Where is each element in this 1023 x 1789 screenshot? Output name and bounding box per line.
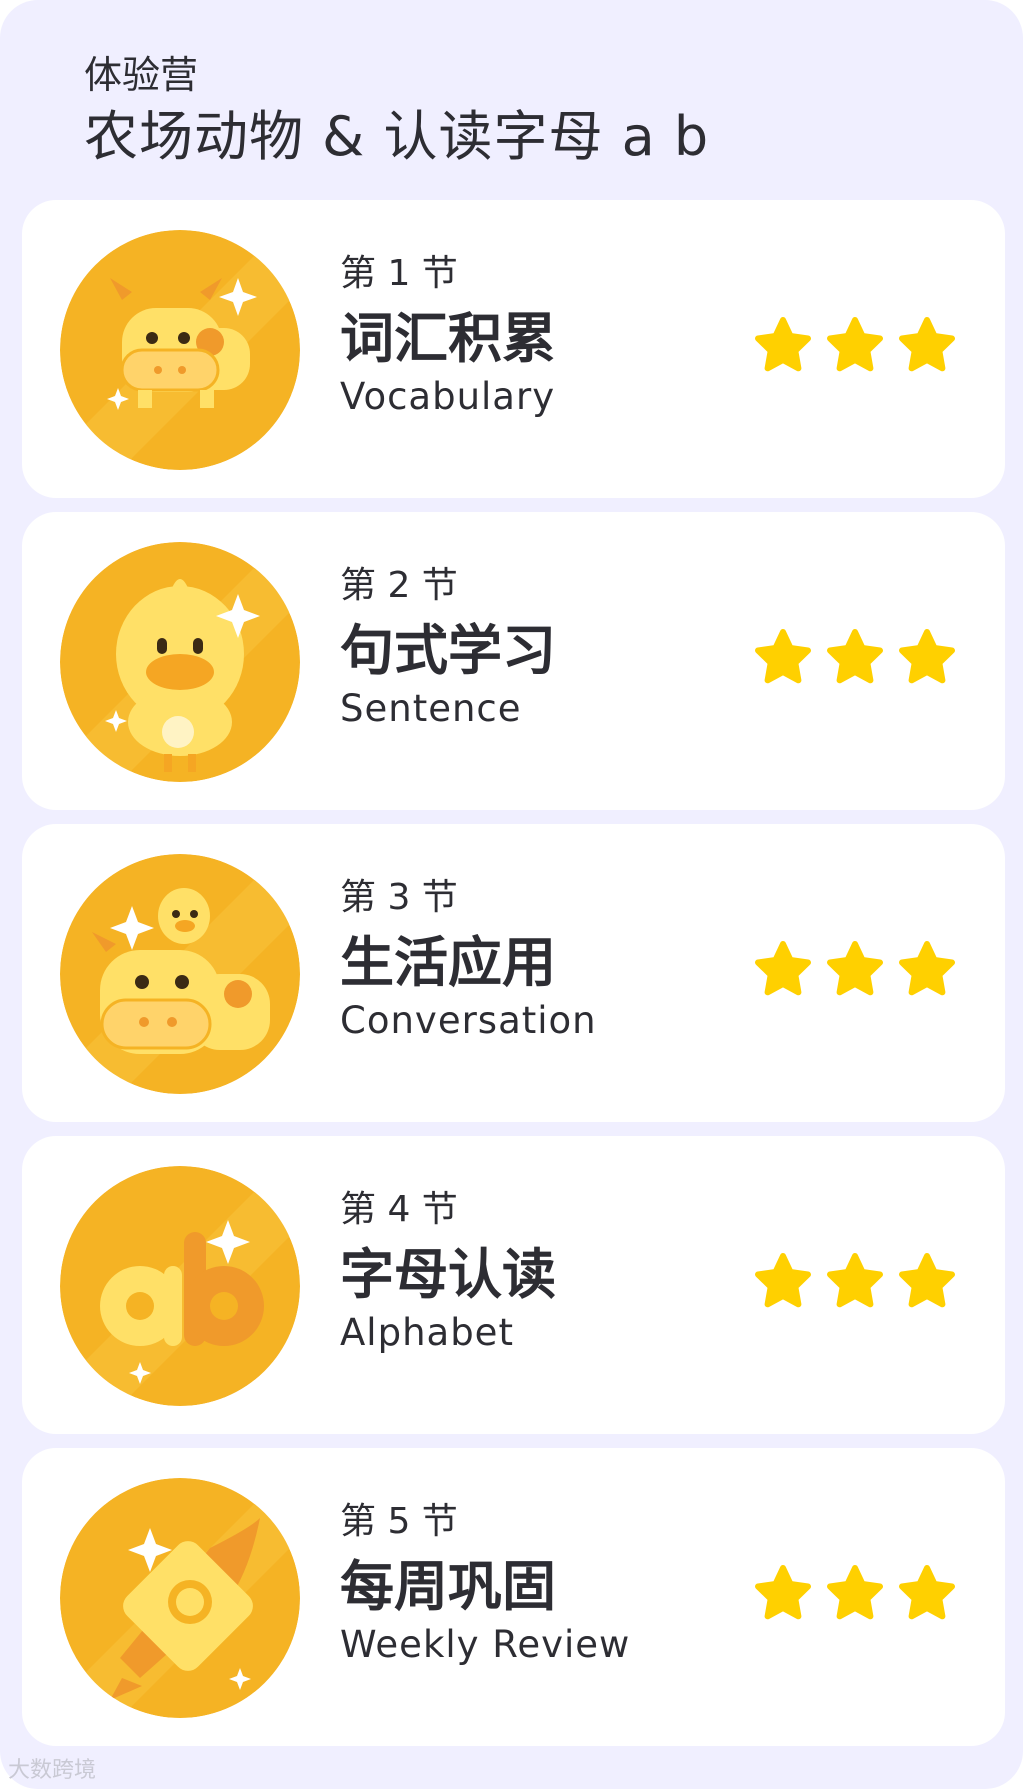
star-icon (824, 1252, 886, 1314)
star-icon (824, 628, 886, 690)
watermark: 大数跨境 (8, 1758, 97, 1783)
lesson-title-cn: 句式学习 (340, 619, 556, 682)
cow-and-chick-badge-icon (60, 854, 300, 1094)
lesson-title-en: Vocabulary (340, 375, 556, 418)
star-rating (752, 1564, 972, 1630)
star-icon (896, 1252, 958, 1314)
course-header: 体验营 农场动物 & 认读字母 a b (84, 52, 709, 170)
lesson-text: 第 3 节 生活应用 Conversation (340, 876, 597, 1044)
lesson-card-1[interactable]: 第 1 节 词汇积累 Vocabulary (22, 200, 1005, 498)
star-icon (824, 1564, 886, 1626)
star-rating (752, 940, 972, 1006)
star-icon (896, 316, 958, 378)
course-panel: 体验营 农场动物 & 认读字母 a b 第 1 节 词汇积累 Vocabular… (0, 0, 1023, 1789)
lesson-title-cn: 词汇积累 (340, 307, 556, 370)
star-icon (824, 316, 886, 378)
lesson-title-en: Sentence (340, 687, 522, 730)
lesson-title-cn: 每周巩固 (340, 1555, 556, 1618)
camp-label: 体验营 (84, 53, 199, 97)
star-icon (824, 940, 886, 1002)
lesson-title-cn: 生活应用 (340, 931, 556, 994)
star-icon (752, 316, 814, 378)
star-icon (896, 1564, 958, 1626)
star-rating (752, 1252, 972, 1318)
lesson-number: 第 5 节 (340, 1501, 458, 1542)
lesson-card-2[interactable]: 第 2 节 句式学习 Sentence (22, 512, 1005, 810)
lesson-number: 第 4 节 (340, 1189, 458, 1230)
lesson-title-en: Conversation (340, 999, 597, 1042)
star-rating (752, 628, 972, 694)
star-icon (896, 628, 958, 690)
lesson-title-cn: 字母认读 (340, 1243, 556, 1306)
lesson-card-5[interactable]: 第 5 节 每周巩固 Weekly Review (22, 1448, 1005, 1746)
chick-badge-icon (60, 542, 300, 782)
cow-badge-icon (60, 230, 300, 470)
lesson-text: 第 5 节 每周巩固 Weekly Review (340, 1500, 630, 1668)
star-icon (752, 940, 814, 1002)
lesson-title-en: Alphabet (340, 1311, 514, 1354)
lesson-title-en: Weekly Review (340, 1623, 631, 1666)
star-rating (752, 316, 972, 382)
star-icon (752, 1564, 814, 1626)
course-title: 农场动物 & 认读字母 a b (84, 105, 710, 168)
star-icon (896, 940, 958, 1002)
star-icon (752, 1252, 814, 1314)
lesson-text: 第 1 节 词汇积累 Vocabulary (340, 252, 556, 420)
lesson-text: 第 2 节 句式学习 Sentence (340, 564, 556, 732)
letters-ab-badge-icon (60, 1166, 300, 1406)
lesson-number: 第 1 节 (340, 253, 458, 294)
lesson-card-3[interactable]: 第 3 节 生活应用 Conversation (22, 824, 1005, 1122)
star-icon (752, 628, 814, 690)
lesson-number: 第 3 节 (340, 877, 458, 918)
rocket-badge-icon (60, 1478, 300, 1718)
lesson-text: 第 4 节 字母认读 Alphabet (340, 1188, 556, 1356)
lesson-card-4[interactable]: 第 4 节 字母认读 Alphabet (22, 1136, 1005, 1434)
lesson-number: 第 2 节 (340, 565, 458, 606)
